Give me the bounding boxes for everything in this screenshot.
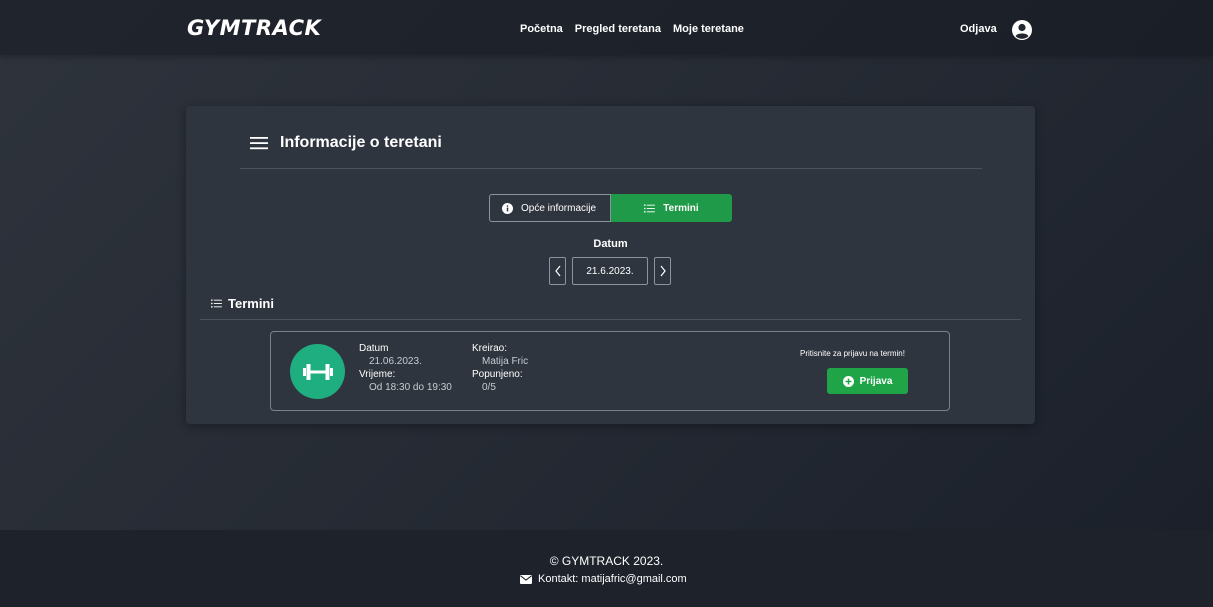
term-creator-capacity: Kreirao: Matija Fric Popunjeno: 0/5 bbox=[472, 342, 528, 394]
term-time-value: Od 18:30 do 19:30 bbox=[369, 382, 452, 393]
nav-link-gyms-overview[interactable]: Pregled teretana bbox=[575, 23, 661, 35]
footer-copyright: © GYMTRACK 2023. bbox=[549, 554, 664, 568]
nav-link-home[interactable]: Početna bbox=[520, 23, 563, 35]
dumbbell-icon bbox=[290, 344, 345, 399]
list-icon bbox=[211, 299, 222, 308]
date-picker: 21.6.2023. bbox=[549, 257, 671, 285]
card-header: Informacije o teretani bbox=[250, 134, 442, 152]
term-date-label: Datum bbox=[359, 343, 389, 354]
hamburger-menu-icon[interactable] bbox=[250, 136, 268, 150]
chevron-right-icon bbox=[660, 265, 666, 277]
footer: © GYMTRACK 2023. Kontakt: matijafric@gma… bbox=[0, 530, 1213, 607]
card-title: Informacije o teretani bbox=[280, 134, 442, 151]
header-divider bbox=[240, 168, 982, 169]
brand-logo[interactable]: GYMTRACK bbox=[187, 16, 321, 40]
term-cta-text: Pritisnite za prijavu na termin! bbox=[800, 349, 905, 358]
section-title-label: Termini bbox=[228, 296, 274, 311]
user-circle-icon[interactable] bbox=[1012, 20, 1032, 40]
gym-info-card: Informacije o teretani Opće informacije … bbox=[186, 106, 1035, 424]
list-icon bbox=[644, 203, 656, 213]
join-button-label: Prijava bbox=[859, 375, 893, 387]
nav-link-my-gyms[interactable]: Moje teretane bbox=[673, 23, 744, 35]
tab-general-info[interactable]: Opće informacije bbox=[489, 194, 611, 222]
term-date-time: Datum 21.06.2023. Vrijeme: Od 18:30 do 1… bbox=[359, 342, 452, 394]
footer-contact-text[interactable]: Kontakt: matijafric@gmail.com bbox=[538, 573, 687, 585]
section-divider bbox=[200, 319, 1021, 320]
next-date-button[interactable] bbox=[654, 257, 671, 285]
term-item: Datum 21.06.2023. Vrijeme: Od 18:30 do 1… bbox=[270, 331, 950, 411]
footer-contact: Kontakt: matijafric@gmail.com bbox=[520, 573, 687, 585]
term-filled-label: Popunjeno: bbox=[472, 369, 523, 380]
term-creator-value: Matija Fric bbox=[482, 356, 529, 367]
top-navbar: GYMTRACK Početna Pregled teretana Moje t… bbox=[0, 0, 1213, 55]
plus-circle-icon bbox=[842, 375, 854, 387]
tab-termini-label: Termini bbox=[663, 202, 699, 214]
tab-general-info-label: Opće informacije bbox=[521, 202, 597, 214]
join-term-button[interactable]: Prijava bbox=[827, 368, 908, 394]
info-tabs: Opće informacije Termini bbox=[489, 194, 732, 222]
envelope-icon bbox=[520, 574, 532, 584]
nav-links: Početna Pregled teretana Moje teretane bbox=[520, 23, 744, 35]
term-filled-value: 0/5 bbox=[482, 382, 496, 393]
date-value[interactable]: 21.6.2023. bbox=[572, 257, 648, 285]
tab-termini[interactable]: Termini bbox=[611, 194, 732, 222]
date-label: Datum bbox=[593, 238, 628, 250]
chevron-left-icon bbox=[554, 265, 560, 277]
info-icon bbox=[502, 202, 513, 214]
section-title-termini: Termini bbox=[211, 296, 274, 311]
term-date-value: 21.06.2023. bbox=[369, 356, 422, 367]
term-time-label: Vrijeme: bbox=[359, 369, 396, 380]
term-creator-label: Kreirao: bbox=[472, 343, 508, 354]
prev-date-button[interactable] bbox=[549, 257, 566, 285]
logout-link[interactable]: Odjava bbox=[960, 23, 997, 35]
